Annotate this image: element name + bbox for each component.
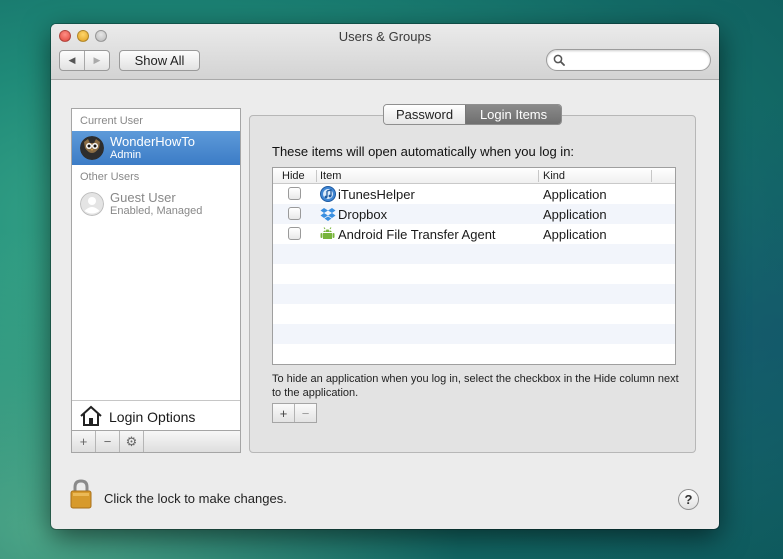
hide-checkbox[interactable]	[288, 207, 301, 220]
table-row[interactable]: iTunesHelper Application	[273, 184, 675, 204]
column-kind[interactable]: Kind	[543, 169, 565, 183]
hide-checkbox[interactable]	[288, 187, 301, 200]
hide-hint-text: To hide an application when you log in, …	[272, 373, 679, 399]
other-users-heading: Other Users	[80, 171, 140, 183]
empty-row	[273, 264, 675, 284]
empty-row	[273, 324, 675, 344]
window-title: Users & Groups	[338, 29, 432, 44]
guest-avatar-icon	[80, 192, 104, 216]
remove-user-button[interactable]: −	[96, 431, 120, 452]
search-input[interactable]	[569, 52, 705, 68]
tab-login-items[interactable]: Login Items	[465, 105, 561, 124]
hide-checkbox[interactable]	[288, 227, 301, 240]
show-all-button[interactable]: Show All	[119, 50, 200, 71]
users-sidebar: Current User WonderHowTo Admin Other Use…	[71, 108, 241, 453]
user-row-wonderhowto[interactable]: WonderHowTo Admin	[72, 131, 240, 165]
gear-icon[interactable]: ⚙	[120, 431, 144, 452]
item-kind: Application	[543, 207, 607, 222]
tab-password[interactable]: Password	[384, 105, 466, 124]
user-row-guest[interactable]: Guest User Enabled, Managed	[72, 187, 240, 221]
user-role: Enabled, Managed	[110, 205, 203, 217]
empty-row	[273, 284, 675, 304]
search-icon	[553, 54, 565, 66]
item-name: Dropbox	[338, 207, 388, 222]
add-user-button[interactable]: +	[72, 431, 96, 452]
title-bar: Users & Groups ◀ ▶ Show All	[51, 24, 719, 80]
column-divider	[316, 170, 317, 182]
lock-icon[interactable]	[69, 479, 93, 509]
login-options-item[interactable]: Login Options	[72, 400, 240, 430]
item-name: Android File Transfer Agent	[338, 227, 496, 242]
item-kind: Application	[543, 227, 607, 242]
login-items-add-remove: + −	[272, 403, 317, 423]
tab-bar: Password Login Items	[383, 104, 562, 125]
help-button[interactable]: ?	[678, 489, 699, 510]
column-hide[interactable]: Hide	[282, 169, 305, 183]
house-icon	[80, 405, 102, 426]
column-item[interactable]: Item	[320, 169, 341, 183]
back-forward-control: ◀ ▶	[59, 50, 110, 71]
forward-button[interactable]: ▶	[84, 51, 109, 70]
itunes-icon	[320, 186, 336, 202]
search-field[interactable]	[546, 49, 711, 71]
current-user-heading: Current User	[80, 115, 143, 127]
table-row[interactable]: Android File Transfer Agent Application	[273, 224, 675, 244]
empty-row	[273, 344, 675, 364]
back-button[interactable]: ◀	[60, 51, 84, 70]
login-options-label: Login Options	[109, 409, 196, 425]
user-name: Guest User	[110, 190, 176, 205]
add-login-item-button[interactable]: +	[273, 404, 294, 422]
dropbox-icon	[320, 208, 336, 221]
login-items-intro: These items will open automatically when…	[272, 144, 575, 159]
empty-row	[273, 304, 675, 324]
item-name: iTunesHelper	[338, 187, 415, 202]
empty-row	[273, 244, 675, 264]
table-header: Hide Item Kind	[273, 168, 675, 184]
remove-login-item-button[interactable]: −	[294, 404, 316, 422]
column-divider	[651, 170, 652, 182]
login-items-table: Hide Item Kind iTunesHelper Application	[272, 167, 676, 365]
table-row[interactable]: Dropbox Application	[273, 204, 675, 224]
user-role: Admin	[110, 149, 142, 161]
preferences-window: Users & Groups ◀ ▶ Show All Current User	[51, 24, 719, 529]
user-name: WonderHowTo	[110, 134, 196, 149]
column-divider	[538, 170, 539, 182]
item-kind: Application	[543, 187, 607, 202]
lock-message: Click the lock to make changes.	[104, 491, 287, 506]
owl-avatar-icon	[80, 136, 104, 160]
sidebar-toolbar: + − ⚙	[72, 430, 240, 452]
android-icon	[320, 227, 335, 239]
